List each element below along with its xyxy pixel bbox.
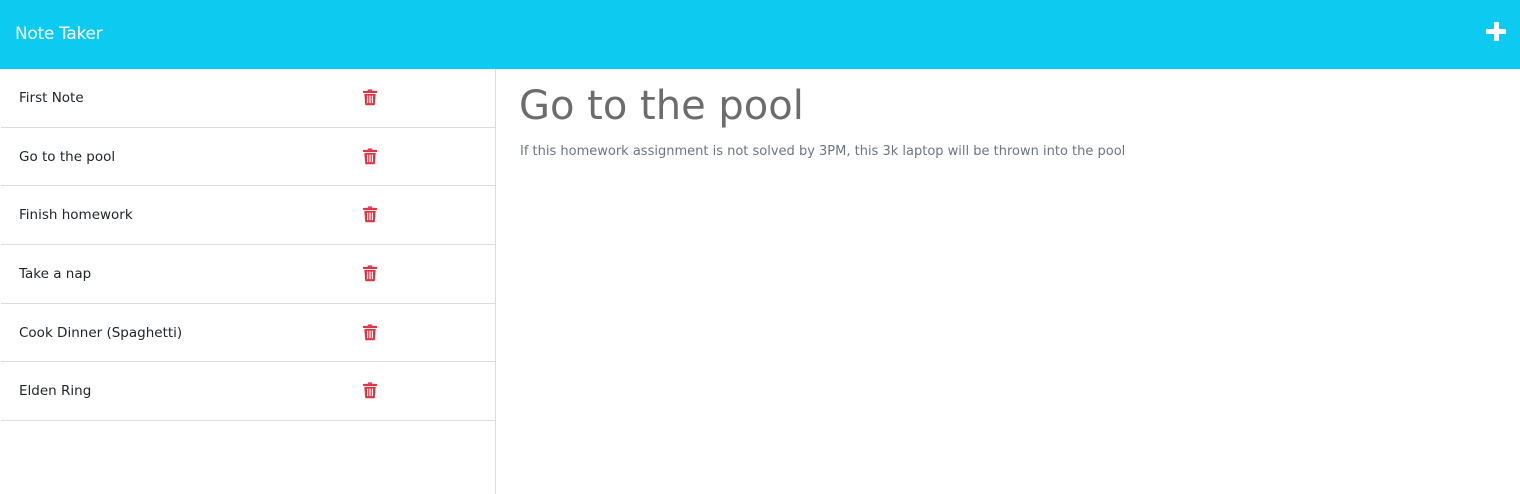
trash-icon[interactable] xyxy=(362,382,378,399)
trash-icon[interactable] xyxy=(362,206,378,223)
trash-icon[interactable] xyxy=(362,265,378,282)
note-editor: Go to the pool If this homework assignme… xyxy=(496,69,1520,494)
note-list: First Note Go to the pool Finish homewor… xyxy=(1,69,495,422)
navbar: Note Taker xyxy=(0,0,1520,69)
list-item[interactable]: Go to the pool xyxy=(1,128,495,187)
trash-icon[interactable] xyxy=(362,88,378,106)
plus-icon[interactable] xyxy=(1486,21,1508,43)
note-title: First Note xyxy=(19,89,84,106)
trash-icon[interactable] xyxy=(362,323,378,340)
note-title: Cook Dinner (Spaghetti) xyxy=(19,324,183,341)
list-item[interactable]: First Note xyxy=(1,69,495,128)
note-title-display[interactable]: Go to the pool xyxy=(519,82,804,130)
note-title: Go to the pool xyxy=(19,148,116,165)
note-title: Take a nap xyxy=(19,265,92,282)
note-list-sidebar: First Note Go to the pool Finish homewor… xyxy=(1,69,496,494)
list-item[interactable]: Cook Dinner (Spaghetti) xyxy=(1,304,495,363)
note-title: Finish homework xyxy=(19,207,133,224)
app-title[interactable]: Note Taker xyxy=(15,22,103,46)
trash-icon[interactable] xyxy=(362,147,378,164)
list-item[interactable]: Elden Ring xyxy=(1,362,495,422)
list-item[interactable]: Take a nap xyxy=(1,245,495,304)
list-item[interactable]: Finish homework xyxy=(1,186,495,246)
note-text-display[interactable]: If this homework assignment is not solve… xyxy=(520,142,1125,162)
note-title: Elden Ring xyxy=(19,383,92,400)
